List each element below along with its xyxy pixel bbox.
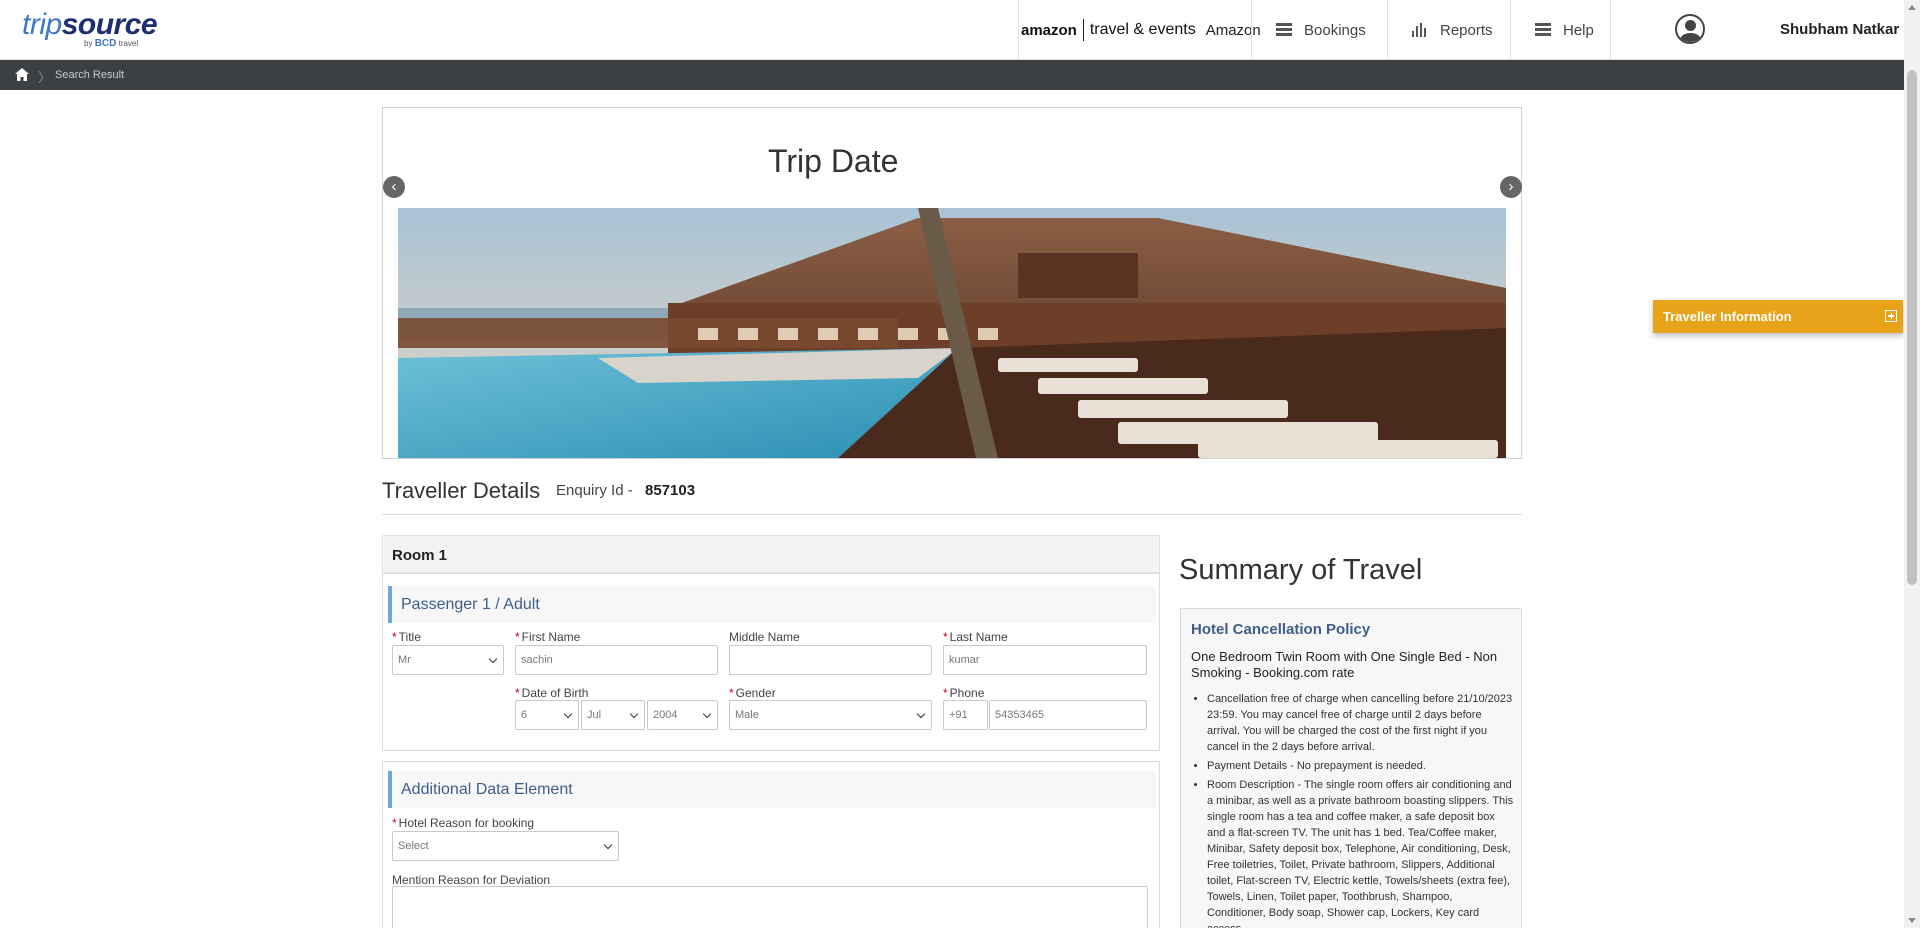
dob-month-select[interactable]: Jul — [581, 700, 645, 730]
client-brand-logo: amazon — [1021, 21, 1077, 39]
carousel-next-button[interactable]: › — [1500, 176, 1522, 198]
enquiry-id-label: Enquiry Id - — [556, 482, 633, 499]
policy-item: Room Description - The single room offer… — [1207, 777, 1514, 928]
hotel-image-carousel — [398, 208, 1506, 458]
room-heading: Room 1 — [382, 535, 1160, 573]
nav-help-label: Help — [1563, 21, 1594, 39]
breadcrumb: 〉 Search Result — [0, 60, 1904, 90]
tripsource-logo[interactable]: tripsource by BCD travel — [22, 8, 158, 49]
first-name-label: * First Name — [515, 630, 581, 644]
nav-reports[interactable]: Reports — [1387, 0, 1511, 60]
dob-day-select[interactable]: 6 — [515, 700, 579, 730]
nav-bookings-label: Bookings — [1304, 21, 1366, 39]
nav-reports-label: Reports — [1440, 21, 1493, 39]
client-subtitle: travel & events — [1089, 21, 1196, 38]
policy-title: Hotel Cancellation Policy — [1191, 621, 1371, 638]
traveller-details-title: Traveller Details — [382, 478, 541, 503]
deviation-reason-label: Mention Reason for Deviation — [392, 873, 551, 887]
hotel-reason-select[interactable]: Select — [392, 831, 619, 861]
policy-list: Cancellation free of charge when cancell… — [1207, 691, 1514, 928]
scroll-down-icon[interactable] — [1908, 918, 1916, 923]
trip-card: Trip Date — [382, 107, 1522, 459]
carousel-prev-button[interactable]: ‹ — [383, 176, 405, 198]
last-name-input[interactable]: kumar — [943, 645, 1147, 675]
traveller-information-tab[interactable]: Traveller Information — [1653, 300, 1903, 333]
first-name-input[interactable]: sachin — [515, 645, 718, 675]
breadcrumb-separator-icon: 〉 — [38, 70, 52, 85]
policy-item: Payment Details - No prepayment is neede… — [1207, 758, 1514, 774]
title-label: * Title — [392, 630, 421, 644]
hotel-image — [398, 208, 1506, 458]
room-title: Room 1 — [392, 547, 448, 564]
logo-byline: by BCD travel — [84, 38, 139, 49]
list-icon — [1535, 23, 1551, 37]
user-name[interactable]: Shubham Natkar — [1780, 21, 1899, 38]
traveller-information-label: Traveller Information — [1663, 309, 1792, 324]
policy-item: Cancellation free of charge when cancell… — [1207, 691, 1514, 755]
deviation-reason-textarea[interactable] — [392, 886, 1148, 928]
section-divider — [382, 514, 1522, 515]
middle-name-input[interactable] — [729, 645, 932, 675]
breadcrumb-current: Search Result — [55, 69, 125, 81]
phone-country-code-input[interactable]: +91 — [943, 700, 988, 730]
phone-label: * Phone — [943, 686, 985, 700]
summary-title: Summary of Travel — [1179, 554, 1423, 586]
room-name: One Bedroom Twin Room with One Single Be… — [1191, 649, 1498, 680]
additional-data-heading-text: Additional Data Element — [401, 781, 573, 798]
client-divider — [1082, 19, 1084, 41]
bar-chart-icon — [1412, 23, 1428, 37]
logo-source-text: source — [61, 8, 158, 41]
title-select[interactable]: Mr — [392, 645, 504, 675]
passenger-heading-text: Passenger 1 / Adult — [401, 596, 540, 613]
nav-bookings[interactable]: Bookings — [1251, 0, 1388, 60]
logo-trip-text: trip — [22, 8, 62, 41]
scroll-up-icon[interactable] — [1908, 5, 1916, 10]
passenger-heading: Passenger 1 / Adult — [388, 586, 1156, 623]
gender-label: * Gender — [729, 686, 776, 700]
dob-year-select[interactable]: 2004 — [647, 700, 718, 730]
client-branding: amazon travel & events Amazon — [1018, 0, 1261, 60]
trip-title: Trip Date — [768, 143, 899, 179]
gender-select[interactable]: Male — [729, 700, 932, 730]
list-icon — [1276, 23, 1292, 37]
expand-icon[interactable] — [1885, 310, 1897, 322]
nav-help[interactable]: Help — [1510, 0, 1611, 60]
enquiry-id-value: 857103 — [645, 482, 696, 499]
user-avatar-icon[interactable] — [1675, 14, 1705, 44]
additional-data-heading: Additional Data Element — [388, 771, 1156, 808]
scrollbar-thumb[interactable] — [1907, 70, 1917, 585]
top-header: tripsource by BCD travel amazon travel &… — [0, 0, 1904, 60]
cancellation-policy-panel: Hotel Cancellation Policy One Bedroom Tw… — [1180, 608, 1522, 928]
hotel-reason-label: * Hotel Reason for booking — [392, 816, 535, 830]
nav-divider — [1610, 0, 1611, 60]
date-of-birth-label: * Date of Birth — [515, 686, 589, 700]
middle-name-label: Middle Name — [729, 630, 800, 644]
last-name-label: * Last Name — [943, 630, 1008, 644]
passenger-panel: Passenger 1 / Adult * Title Mr * First Nam… — [382, 573, 1160, 751]
page-scrollbar[interactable] — [1904, 0, 1920, 928]
home-icon[interactable] — [15, 68, 29, 81]
additional-data-panel: Additional Data Element * Hotel Reason fo… — [382, 761, 1160, 928]
phone-input[interactable]: 54353465 — [989, 700, 1147, 730]
